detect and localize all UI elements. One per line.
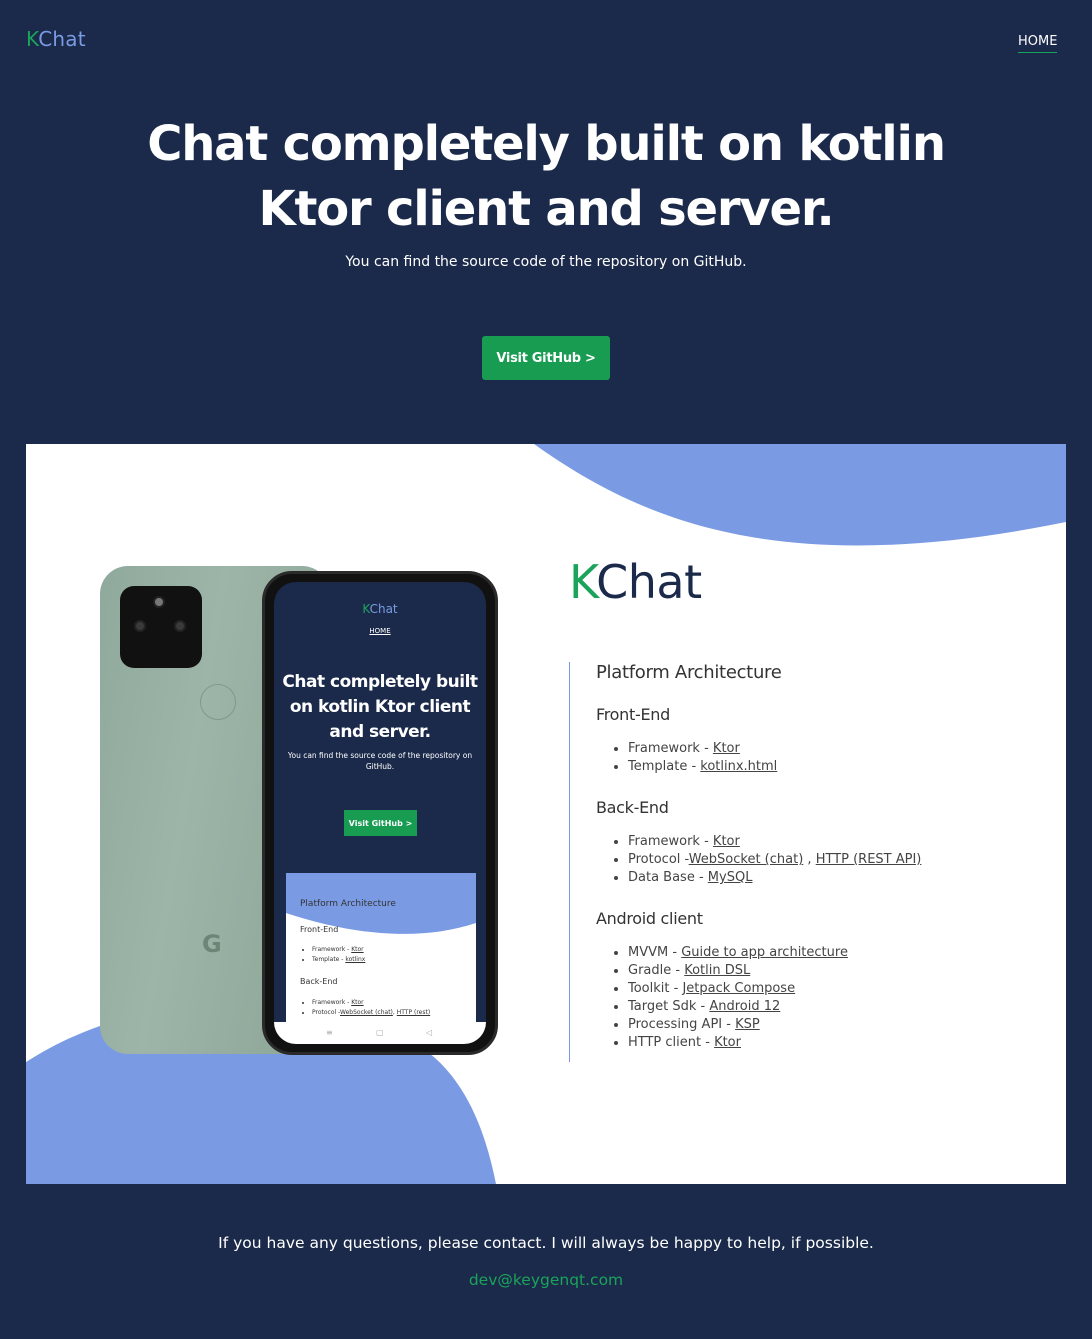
hero-title-line1: Chat completely built on kotlin — [147, 116, 946, 172]
list-item: Framework - Ktor — [628, 740, 1029, 758]
visit-github-button[interactable]: Visit GitHub > — [482, 336, 610, 380]
mini-hero-title: Chat completely built on kotlin Ktor cli… — [282, 672, 478, 742]
mini-brand-k: K — [362, 602, 370, 616]
list-item: Template - kotlinx — [312, 955, 365, 965]
ktor-link[interactable]: Ktor — [713, 834, 740, 849]
brand-logo[interactable]: KChat — [26, 27, 86, 51]
mini-hero-subtitle: You can find the source code of the repo… — [287, 751, 473, 771]
mini-nav-home: HOME — [369, 627, 391, 635]
hero-subtitle: You can find the source code of the repo… — [345, 254, 747, 270]
list-item: MVVM - Guide to app architecture — [628, 944, 1029, 962]
lens-icon — [134, 620, 146, 632]
phone-screen: KChat HOME Chat completely built on kotl… — [274, 582, 486, 1044]
mini-backend-title: Back-End — [300, 977, 338, 986]
camera-module-icon — [120, 586, 202, 668]
websocket-link[interactable]: WebSocket (chat) — [689, 852, 804, 867]
guide-app-architecture-link[interactable]: Guide to app architecture — [681, 945, 848, 960]
architecture-list: Platform Architecture Front-End Framewor… — [569, 662, 1029, 1062]
list-item: Target Sdk - Android 12 — [628, 998, 1029, 1016]
list-item: Toolkit - Jetpack Compose — [628, 980, 1029, 998]
home-square-icon: ▢ — [376, 1028, 384, 1037]
footer-contact-text: If you have any questions, please contac… — [218, 1234, 874, 1252]
mini-brand-logo: KChat — [274, 602, 486, 616]
architecture-title: Platform Architecture — [596, 662, 782, 683]
mini-frontend-title: Front-End — [300, 925, 339, 934]
mini-brand-rest: Chat — [369, 602, 398, 616]
google-g-icon: G — [202, 930, 222, 958]
list-item: Framework - Ktor — [312, 998, 430, 1008]
architecture-panel: G KChat HOME Chat completely built on ko… — [26, 444, 1066, 1184]
nav-home-link[interactable]: HOME — [1018, 34, 1058, 53]
brand-logo-rest: Chat — [38, 27, 86, 51]
top-right-blob — [534, 444, 1066, 546]
list-item: Framework - Ktor — [628, 833, 1029, 851]
backend-title: Back-End — [596, 798, 669, 817]
list-item: Processing API - KSP — [628, 1016, 1029, 1034]
ktor-link[interactable]: Ktor — [714, 1035, 741, 1050]
back-triangle-icon: ◁ — [426, 1028, 433, 1037]
list-item: Template - kotlinx.html — [628, 758, 1029, 776]
phone-front-illustration: KChat HOME Chat completely built on kotl… — [262, 571, 498, 1055]
mini-visit-github-button: Visit GitHub > — [344, 810, 417, 836]
android-list: MVVM - Guide to app architecture Gradle … — [628, 944, 1029, 1052]
menu-icon: ≡ — [326, 1028, 333, 1037]
ktor-link[interactable]: Ktor — [713, 741, 740, 756]
footer-email-link[interactable]: dev@keygenqt.com — [0, 1271, 1092, 1289]
jetpack-compose-link[interactable]: Jetpack Compose — [682, 981, 795, 996]
frontend-title: Front-End — [596, 705, 670, 724]
http-rest-api-link[interactable]: HTTP (REST API) — [816, 852, 922, 867]
mini-panel-title: Platform Architecture — [300, 899, 396, 909]
android-12-link[interactable]: Android 12 — [709, 999, 780, 1014]
frontend-list: Framework - Ktor Template - kotlinx.html — [628, 740, 1029, 776]
mini-backend-list: Framework - Ktor Protocol -WebSocket (ch… — [312, 998, 430, 1018]
panel-brand-k: K — [569, 555, 597, 609]
list-item: Framework - Ktor — [312, 945, 365, 955]
mini-frontend-list: Framework - Ktor Template - kotlinx — [312, 945, 365, 965]
mini-android-navbar: ≡ ▢ ◁ — [274, 1022, 486, 1044]
fingerprint-sensor-icon — [200, 684, 236, 720]
panel-brand-logo: KChat — [569, 555, 702, 609]
kotlin-dsl-link[interactable]: Kotlin DSL — [684, 963, 750, 978]
panel-brand-rest: Chat — [596, 555, 702, 609]
android-title: Android client — [596, 909, 703, 928]
list-item: HTTP client - Ktor — [628, 1034, 1029, 1052]
ksp-link[interactable]: KSP — [735, 1017, 760, 1032]
hero-title-line2: Ktor client and server. — [258, 181, 835, 237]
brand-logo-k: K — [26, 27, 39, 51]
backend-list: Framework - Ktor Protocol -WebSocket (ch… — [628, 833, 1029, 887]
hero-title: Chat completely built on kotlin Ktor cli… — [146, 112, 946, 242]
list-item: Data Base - MySQL — [628, 869, 1029, 887]
list-item: Protocol -WebSocket (chat) , HTTP (REST … — [628, 851, 1029, 869]
kotlinx-html-link[interactable]: kotlinx.html — [700, 759, 777, 774]
list-item: Gradle - Kotlin DSL — [628, 962, 1029, 980]
mysql-link[interactable]: MySQL — [708, 870, 753, 885]
list-item: Protocol -WebSocket (chat), HTTP (rest) — [312, 1008, 430, 1018]
lens-icon — [153, 596, 165, 608]
lens-icon — [174, 620, 186, 632]
mini-architecture-panel: Platform Architecture Front-End Framewor… — [286, 873, 476, 1023]
